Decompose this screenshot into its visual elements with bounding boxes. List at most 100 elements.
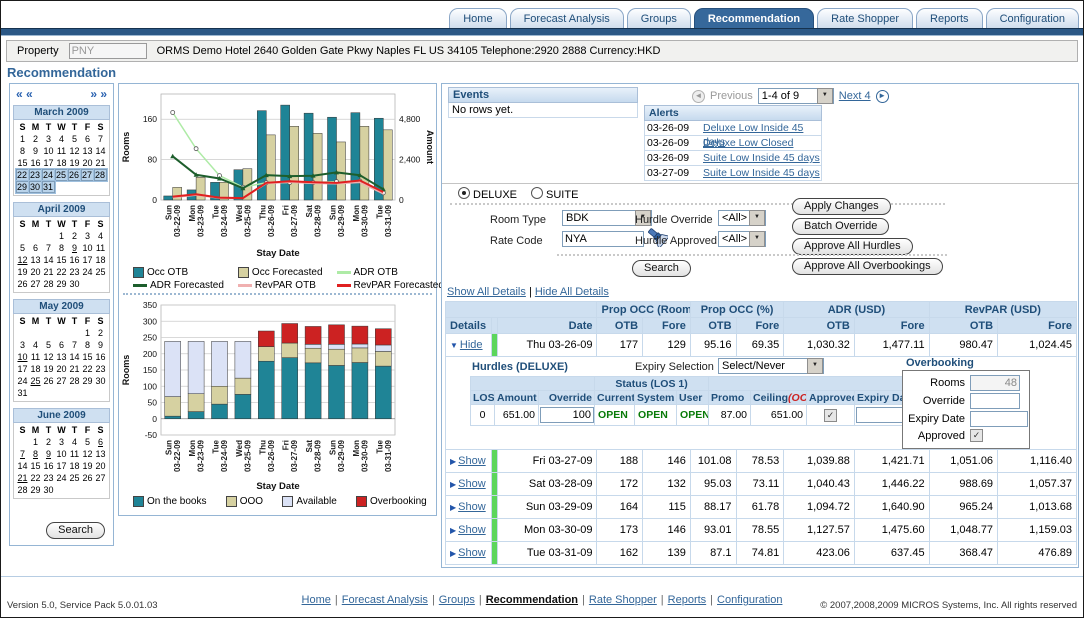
- calendar-day[interactable]: 1: [55, 230, 68, 242]
- calendar-day[interactable]: 8: [81, 339, 94, 351]
- calendar-search-button[interactable]: Search: [46, 522, 105, 539]
- hurdle-override-select[interactable]: <All> ▼: [718, 210, 766, 226]
- show-details-link[interactable]: Show: [458, 501, 486, 513]
- calendar-day[interactable]: 21: [42, 266, 55, 278]
- calendar-day[interactable]: 15: [29, 460, 42, 472]
- calendar-day[interactable]: 23: [94, 363, 107, 375]
- alert-link[interactable]: Deluxe Low Closed: [703, 136, 821, 150]
- calendar-day[interactable]: 9: [29, 145, 42, 157]
- hide-details-link[interactable]: Hide: [460, 339, 483, 351]
- calendar-day[interactable]: 15: [55, 254, 68, 266]
- rate-code-input[interactable]: [562, 231, 644, 247]
- tab-forecast-analysis[interactable]: Forecast Analysis: [510, 8, 624, 28]
- tab-reports[interactable]: Reports: [916, 8, 983, 28]
- show-details-link[interactable]: Show: [458, 524, 486, 536]
- calendar-day[interactable]: 22: [81, 363, 94, 375]
- calendar-day[interactable]: 12: [42, 351, 55, 363]
- approve-all-hurdles-button[interactable]: Approve All Hurdles: [792, 238, 913, 255]
- calendar-day[interactable]: 20: [55, 363, 68, 375]
- calendar-day[interactable]: 23: [29, 169, 42, 181]
- chevron-down-icon[interactable]: ▼: [749, 231, 765, 247]
- calendar-day[interactable]: 2: [68, 230, 81, 242]
- footer-link-forecast-analysis[interactable]: Forecast Analysis: [342, 594, 428, 606]
- tab-recommendation[interactable]: Recommendation: [694, 8, 814, 28]
- calendar-day[interactable]: 4: [68, 436, 81, 448]
- radio-icon[interactable]: [458, 187, 470, 199]
- calendar-day[interactable]: 10: [55, 448, 68, 460]
- calendar-day[interactable]: 25: [94, 266, 107, 278]
- calendar-day[interactable]: 17: [16, 363, 29, 375]
- calendar-day[interactable]: 20: [29, 266, 42, 278]
- calendar-day[interactable]: 2: [42, 436, 55, 448]
- calendar-day[interactable]: 26: [81, 472, 94, 484]
- calendar-day[interactable]: 3: [81, 230, 94, 242]
- calendar-day[interactable]: 24: [42, 169, 55, 181]
- calendar-day[interactable]: 2: [29, 133, 42, 145]
- calendar-day[interactable]: 11: [29, 351, 42, 363]
- calendar-day[interactable]: 16: [42, 460, 55, 472]
- approve-all-overbookings-button[interactable]: Approve All Overbookings: [792, 258, 943, 275]
- calendar-day[interactable]: 10: [16, 351, 29, 363]
- calendar-day[interactable]: 13: [29, 254, 42, 266]
- calendar-day[interactable]: 5: [81, 436, 94, 448]
- calendar-day[interactable]: 21: [94, 157, 107, 169]
- calendar-day[interactable]: 23: [68, 266, 81, 278]
- show-details-link[interactable]: Show: [458, 547, 486, 559]
- calendar-day[interactable]: 8: [16, 145, 29, 157]
- calendar-day[interactable]: 21: [68, 363, 81, 375]
- calendar-day[interactable]: 29: [81, 375, 94, 387]
- alert-link[interactable]: Deluxe Low Inside 45 days: [703, 121, 821, 135]
- search-button[interactable]: Search: [632, 260, 691, 277]
- alerts-range-select[interactable]: 1-4 of 9 ▼: [758, 88, 834, 104]
- show-all-details-link[interactable]: Show All Details: [447, 286, 526, 298]
- calendar-day[interactable]: 25: [55, 169, 68, 181]
- next-icon[interactable]: ►: [876, 90, 889, 103]
- footer-link-groups[interactable]: Groups: [439, 594, 475, 606]
- property-input[interactable]: [69, 43, 147, 59]
- calendar-day[interactable]: 30: [29, 181, 42, 193]
- tab-groups[interactable]: Groups: [627, 8, 691, 28]
- calendar-day[interactable]: 11: [94, 242, 107, 254]
- calendar-day[interactable]: 27: [29, 278, 42, 290]
- hurdle-approved-select[interactable]: <All> ▼: [718, 231, 766, 247]
- calendar-day[interactable]: 15: [16, 157, 29, 169]
- radio-icon[interactable]: [531, 187, 543, 199]
- calendar-day[interactable]: 10: [42, 145, 55, 157]
- calendar-day[interactable]: 16: [68, 254, 81, 266]
- room-class-option-deluxe[interactable]: DELUXE: [458, 187, 517, 201]
- calendar-day[interactable]: 11: [68, 448, 81, 460]
- calendar-day[interactable]: 27: [81, 169, 94, 181]
- calendar-day[interactable]: 16: [94, 351, 107, 363]
- calendar-day[interactable]: 28: [16, 484, 29, 496]
- show-details-link[interactable]: Show: [458, 478, 486, 490]
- calendar-day[interactable]: 24: [81, 266, 94, 278]
- calendar-day[interactable]: 20: [81, 157, 94, 169]
- calendar-day[interactable]: 4: [29, 339, 42, 351]
- next-link[interactable]: Next 4: [839, 90, 871, 102]
- calendar-day[interactable]: 19: [16, 266, 29, 278]
- chevron-down-icon[interactable]: ▼: [817, 88, 833, 104]
- calendar-day[interactable]: 3: [55, 436, 68, 448]
- calendar-day[interactable]: 5: [16, 242, 29, 254]
- tab-home[interactable]: Home: [449, 8, 506, 28]
- tab-configuration[interactable]: Configuration: [986, 8, 1079, 28]
- calendar-day[interactable]: 28: [68, 375, 81, 387]
- calendar-day[interactable]: 13: [81, 145, 94, 157]
- calendar-day[interactable]: 25: [29, 375, 42, 387]
- calendar-day[interactable]: 30: [68, 278, 81, 290]
- calendar-day[interactable]: 8: [55, 242, 68, 254]
- calendar-day[interactable]: 19: [42, 363, 55, 375]
- calendar-day[interactable]: 7: [94, 133, 107, 145]
- calendar-day[interactable]: 29: [29, 484, 42, 496]
- calendar-day[interactable]: 15: [81, 351, 94, 363]
- overbooking-approved-checkbox[interactable]: [970, 429, 983, 442]
- footer-link-home[interactable]: Home: [302, 594, 331, 606]
- expiry-selection-select[interactable]: Select/Never ▼: [718, 358, 824, 374]
- calendar-day[interactable]: 21: [16, 472, 29, 484]
- calendar-day[interactable]: 12: [16, 254, 29, 266]
- batch-override-button[interactable]: Batch Override: [792, 218, 889, 235]
- calendar-day[interactable]: 26: [42, 375, 55, 387]
- footer-link-rate-shopper[interactable]: Rate Shopper: [589, 594, 657, 606]
- calendar-day[interactable]: 27: [94, 472, 107, 484]
- calendar-day[interactable]: 23: [42, 472, 55, 484]
